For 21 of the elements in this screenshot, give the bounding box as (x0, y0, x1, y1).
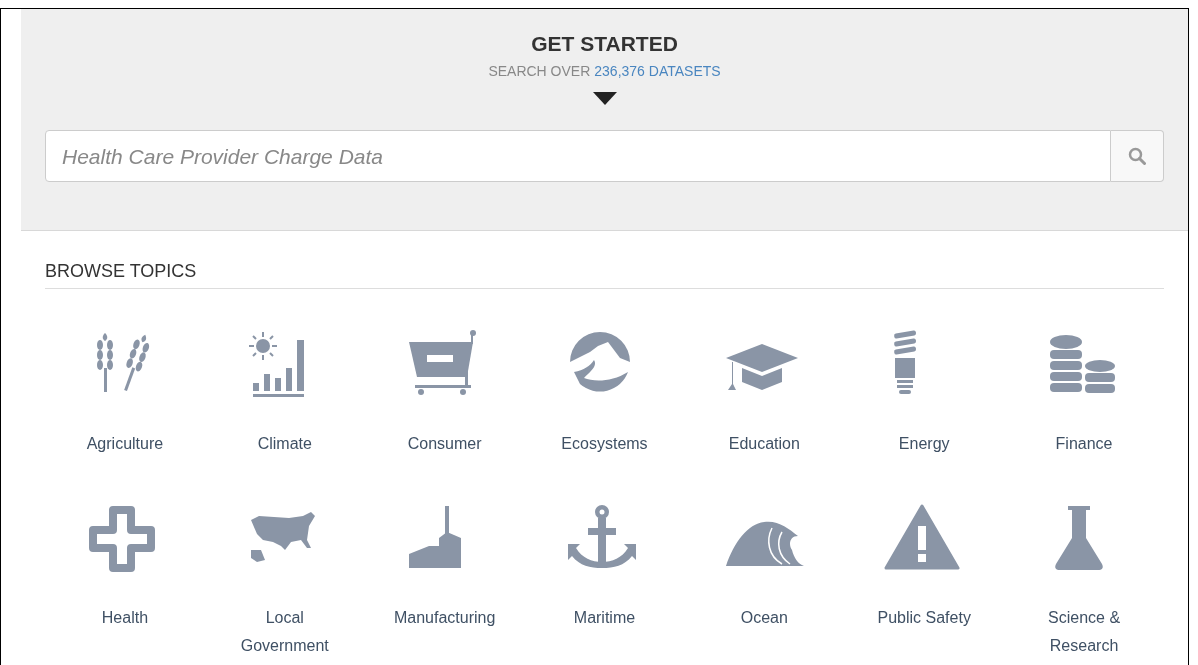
topic-link[interactable]: Ocean (705, 604, 824, 632)
search-button[interactable] (1111, 130, 1164, 183)
topic-link[interactable]: Local Government (225, 604, 344, 660)
dataset-count-label: SEARCH OVER (488, 62, 591, 82)
topic-link[interactable]: Energy (865, 430, 984, 458)
topic-link[interactable]: Maritime (545, 604, 664, 632)
caret-icon (592, 92, 617, 106)
topic-link[interactable]: Agriculture (65, 430, 184, 458)
topic-link[interactable]: Health (65, 604, 184, 632)
section-heading: BROWSE TOPICS (45, 258, 1164, 289)
topic-link[interactable]: Consumer (385, 430, 504, 458)
topic-link[interactable]: Climate (225, 430, 344, 458)
topic-link[interactable]: Science & Research (1025, 604, 1144, 660)
topic-link[interactable]: Public Safety (865, 604, 984, 632)
topic-link[interactable]: Education (705, 430, 824, 458)
topic-link[interactable]: Ecosystems (545, 430, 664, 458)
topic-link[interactable]: Manufacturing (385, 604, 504, 632)
search-field[interactable]: Health Care Provider Charge Data (45, 130, 1111, 183)
search-icon (1128, 147, 1146, 166)
topic-link[interactable]: Finance (1025, 430, 1144, 458)
section-title: GET STARTED (531, 31, 678, 57)
